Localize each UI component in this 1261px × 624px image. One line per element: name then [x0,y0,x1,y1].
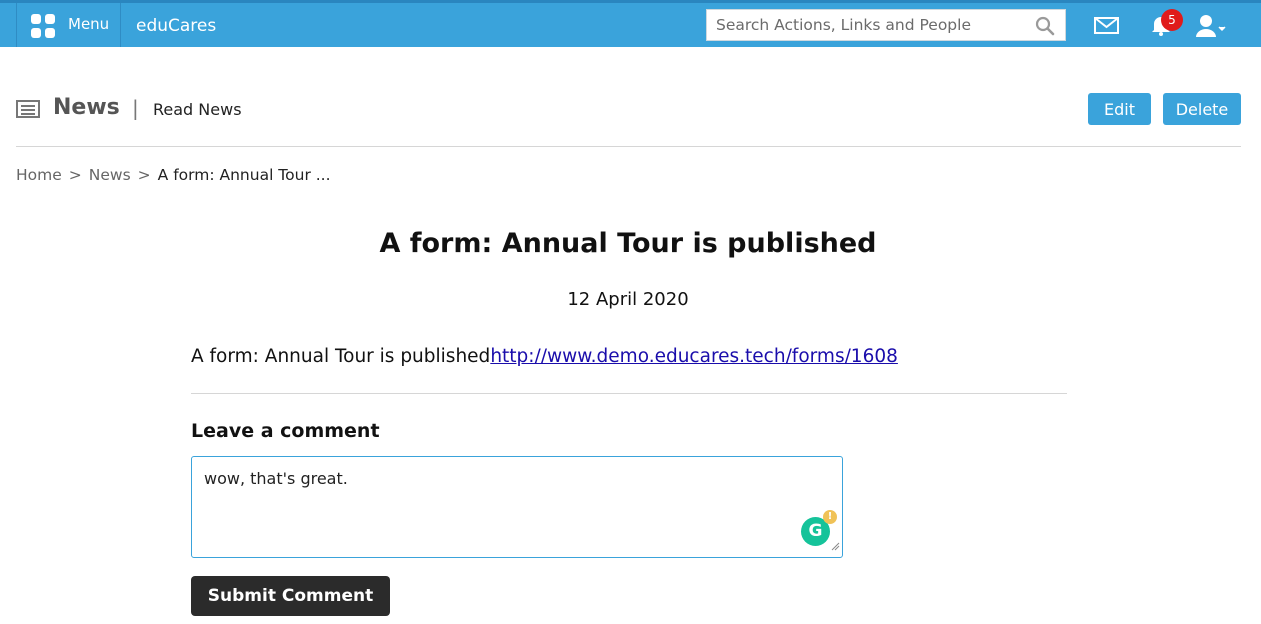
article-body-text: A form: Annual Tour is published [191,346,491,367]
delete-button[interactable]: Delete [1163,93,1241,125]
comment-box: wow, that's great. G ! [191,456,843,558]
page-subtitle: Read News [153,100,242,119]
article-date: 12 April 2020 [567,289,689,310]
article-title: A form: Annual Tour is published [379,228,877,259]
page-header: News | Read News Edit Delete [16,88,1241,132]
title-separator: | [132,96,139,120]
comment-textarea[interactable]: wow, that's great. [192,457,842,557]
breadcrumb-separator: > [68,166,82,184]
breadcrumb: Home > News > A form: Annual Tour ... [16,166,331,184]
search-icon[interactable] [1035,16,1055,40]
mail-icon[interactable] [1094,17,1119,38]
breadcrumb-current: A form: Annual Tour ... [157,166,331,184]
user-icon[interactable] [1196,14,1228,42]
breadcrumb-separator: > [137,166,151,184]
grammarly-alert-badge: ! [823,510,837,524]
brand-link[interactable]: eduCares [136,16,216,36]
submit-comment-button[interactable]: Submit Comment [191,576,390,616]
article-divider [191,393,1067,394]
menu-label: Menu [68,15,110,33]
header-divider [16,146,1241,147]
article-body: A form: Annual Tour is publishedhttp://w… [191,346,898,367]
notification-badge: 5 [1161,9,1183,31]
search-input[interactable] [707,10,1036,40]
menu-button[interactable]: Menu [16,3,121,47]
comment-heading: Leave a comment [191,420,380,442]
page-title: News [53,95,120,120]
breadcrumb-home[interactable]: Home [16,166,62,184]
resize-handle-icon[interactable] [831,536,840,555]
grammarly-icon[interactable]: G ! [801,510,837,546]
article-link[interactable]: http://www.demo.educares.tech/forms/1608 [490,346,898,367]
edit-button[interactable]: Edit [1088,93,1151,125]
breadcrumb-news[interactable]: News [89,166,131,184]
menu-grid-icon [31,14,55,38]
search-box [706,9,1066,41]
top-navbar: Menu eduCares 5 [0,0,1261,47]
newspaper-icon [16,100,40,122]
